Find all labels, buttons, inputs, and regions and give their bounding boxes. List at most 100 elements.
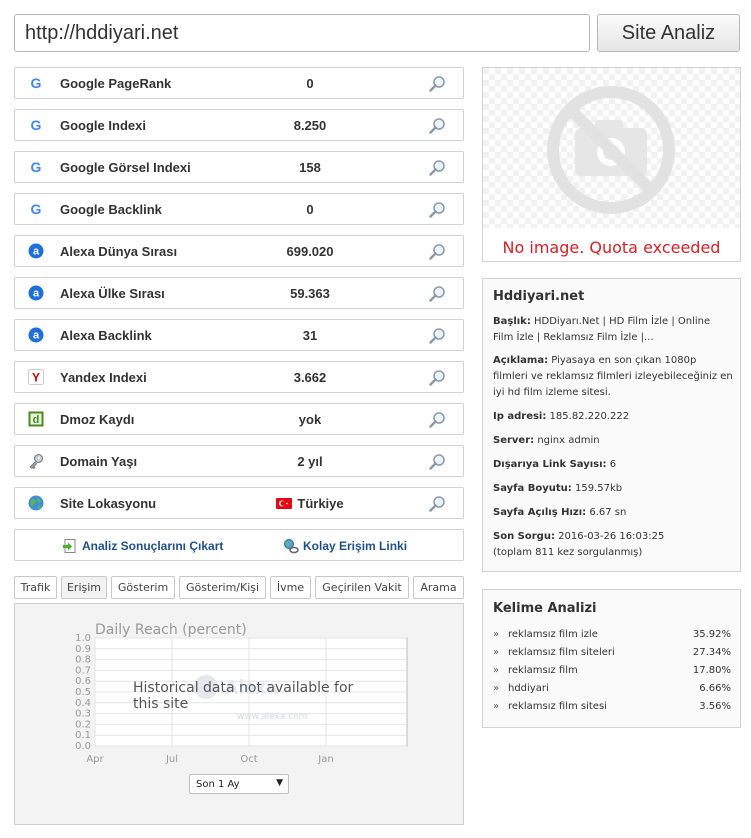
tab-trafik[interactable]: Trafik	[14, 576, 57, 599]
y-tick-label: 0.7	[75, 665, 91, 676]
description-label: Açıklama:	[493, 355, 549, 366]
traffic-chart-panel: Daily Reach (percent) 1.0 0.9 0.8 0.7 0.6 0.5…	[14, 603, 464, 825]
time-range-value: Son 1 Ay	[196, 779, 240, 790]
magnifier-icon[interactable]	[428, 201, 446, 219]
easy-access-link[interactable]: Kolay Erişim Linki	[283, 538, 407, 554]
watermark-url: www.alexa.com	[237, 712, 307, 722]
y-tick-label: 0.3	[75, 709, 91, 720]
metric-value: yok	[298, 412, 322, 427]
magnifier-icon[interactable]	[428, 75, 446, 93]
outlinks-row: Dışarıya Link Sayısı: 6	[493, 457, 733, 473]
keyword-row: » reklamsız film 17.80%	[493, 665, 731, 681]
metric-value: 2 yıl	[297, 454, 323, 469]
turkey-flag-icon	[276, 498, 293, 509]
x-tick-label: Jan	[317, 754, 333, 765]
google-icon: G	[31, 159, 42, 175]
metric-value: 699.020	[286, 244, 334, 259]
globe-icon	[28, 495, 44, 511]
tab-gosterim[interactable]: Gösterim	[111, 576, 175, 599]
export-results-label: Analiz Sonuçlarını Çıkart	[82, 539, 224, 553]
url-input[interactable]	[14, 14, 590, 52]
query-count: (toplam 811 kez sorgulanmış)	[493, 547, 643, 558]
svg-text:a: a	[33, 330, 40, 342]
keyword-percent: 6.66%	[699, 683, 731, 694]
export-icon	[63, 539, 76, 553]
metric-label: Domain Yaşı	[60, 454, 138, 469]
x-tick-label: Jul	[165, 754, 178, 765]
bullet: »	[493, 629, 500, 640]
site-domain-title: Hddiyari.net	[493, 289, 585, 304]
load-speed-row: Sayfa Açılış Hızı: 6.67 sn	[493, 505, 733, 521]
tab-ivme[interactable]: İvme	[270, 576, 311, 599]
no-image-icon	[483, 68, 740, 228]
page-size-label: Sayfa Boyutu:	[493, 483, 572, 494]
metric-row-google-index: G Google Indexi 8.250	[14, 109, 464, 141]
page-size-value: 159.57kb	[574, 483, 623, 494]
alexa-icon: a	[28, 243, 44, 259]
magnifier-icon[interactable]	[428, 327, 446, 345]
y-tick-label: 0.0	[75, 741, 91, 752]
link-icon	[284, 539, 299, 554]
bullet: »	[493, 647, 500, 658]
outlinks-label: Dışarıya Link Sayısı:	[493, 459, 607, 470]
x-tick-label: Oct	[240, 754, 257, 765]
metric-label: Dmoz Kaydı	[60, 412, 135, 427]
metric-value: 31	[302, 328, 318, 343]
magnifier-icon[interactable]	[428, 453, 446, 471]
metric-label: Alexa Ülke Sırası	[60, 286, 165, 301]
alexa-icon: a	[28, 327, 44, 343]
tab-gosterim-kisi[interactable]: Gösterim/Kişi	[179, 576, 266, 599]
last-query-value: 2016-03-26 16:03:25	[558, 531, 665, 542]
metric-row-alexa-country-rank: a Alexa Ülke Sırası 59.363	[14, 277, 464, 309]
metric-row-google-backlink: G Google Backlink 0	[14, 193, 464, 225]
chevron-down-icon: ▼	[276, 778, 283, 788]
time-range-select[interactable]: Son 1 Ay ▼	[189, 774, 289, 794]
country-name: Türkiye	[297, 496, 344, 511]
svg-text:a: a	[33, 246, 40, 258]
site-thumbnail: No image. Quota exceeded	[482, 67, 741, 262]
keyword-analysis-panel: Kelime Analizi » reklamsız film izle 35.92…	[482, 589, 741, 728]
key-icon	[29, 454, 43, 469]
magnifier-icon[interactable]	[428, 411, 446, 429]
tab-arama[interactable]: Arama	[413, 576, 464, 599]
tab-erisim[interactable]: Erişim	[61, 576, 107, 599]
magnifier-icon[interactable]	[428, 159, 446, 177]
metric-row-google-pagerank: G Google PageRank 0	[14, 67, 464, 99]
tab-gecirilen-vakit[interactable]: Geçirilen Vakit	[315, 576, 409, 599]
site-title-row: Başlık: HDDiyarı.Net | HD Film İzle | On…	[493, 314, 733, 346]
svg-text:G: G	[31, 117, 42, 133]
x-axis-ticks: Apr Jul Oct Jan	[86, 754, 333, 765]
metric-label: Alexa Backlink	[60, 328, 152, 343]
magnifier-icon[interactable]	[428, 285, 446, 303]
export-results-link[interactable]: Analiz Sonuçlarını Çıkart	[62, 538, 223, 554]
magnifier-icon[interactable]	[428, 243, 446, 261]
metric-label: Alexa Dünya Sırası	[60, 244, 178, 259]
google-icon: G	[31, 75, 42, 91]
magnifier-icon[interactable]	[428, 495, 446, 513]
svg-text:G: G	[31, 201, 42, 217]
magnifier-icon[interactable]	[428, 117, 446, 135]
y-tick-label: 0.4	[75, 698, 91, 709]
y-tick-label: 0.8	[75, 655, 91, 666]
bullet: »	[493, 683, 500, 694]
server-row: Server: nginx admin	[493, 433, 733, 449]
metric-row-domain-age: Domain Yaşı 2 yıl	[14, 445, 464, 477]
magnifier-icon[interactable]	[428, 369, 446, 387]
keyword-text: hddiyari	[508, 683, 549, 694]
metric-row-dmoz: d Dmoz Kaydı yok	[14, 403, 464, 435]
dmoz-icon: d	[28, 411, 44, 427]
site-analyze-button[interactable]: Site Analiz	[597, 14, 740, 52]
metric-value: 59.363	[290, 286, 330, 301]
description-row: Açıklama: Piyasaya en son çıkan 1080p fi…	[493, 353, 733, 401]
metric-label: Google Indexi	[60, 118, 146, 133]
bullet: »	[493, 665, 500, 676]
svg-text:Y: Y	[32, 371, 40, 385]
y-tick-label: 0.9	[75, 644, 91, 655]
keyword-analysis-title: Kelime Analizi	[493, 601, 597, 616]
y-tick-label: 0.6	[75, 676, 91, 687]
svg-text:G: G	[31, 75, 42, 91]
keyword-row: » reklamsız film sitesi 3.56%	[493, 701, 731, 717]
y-tick-label: 0.2	[75, 719, 91, 730]
metric-row-google-image-index: G Google Görsel Indexi 158	[14, 151, 464, 183]
metric-label: Google Görsel Indexi	[60, 160, 191, 175]
